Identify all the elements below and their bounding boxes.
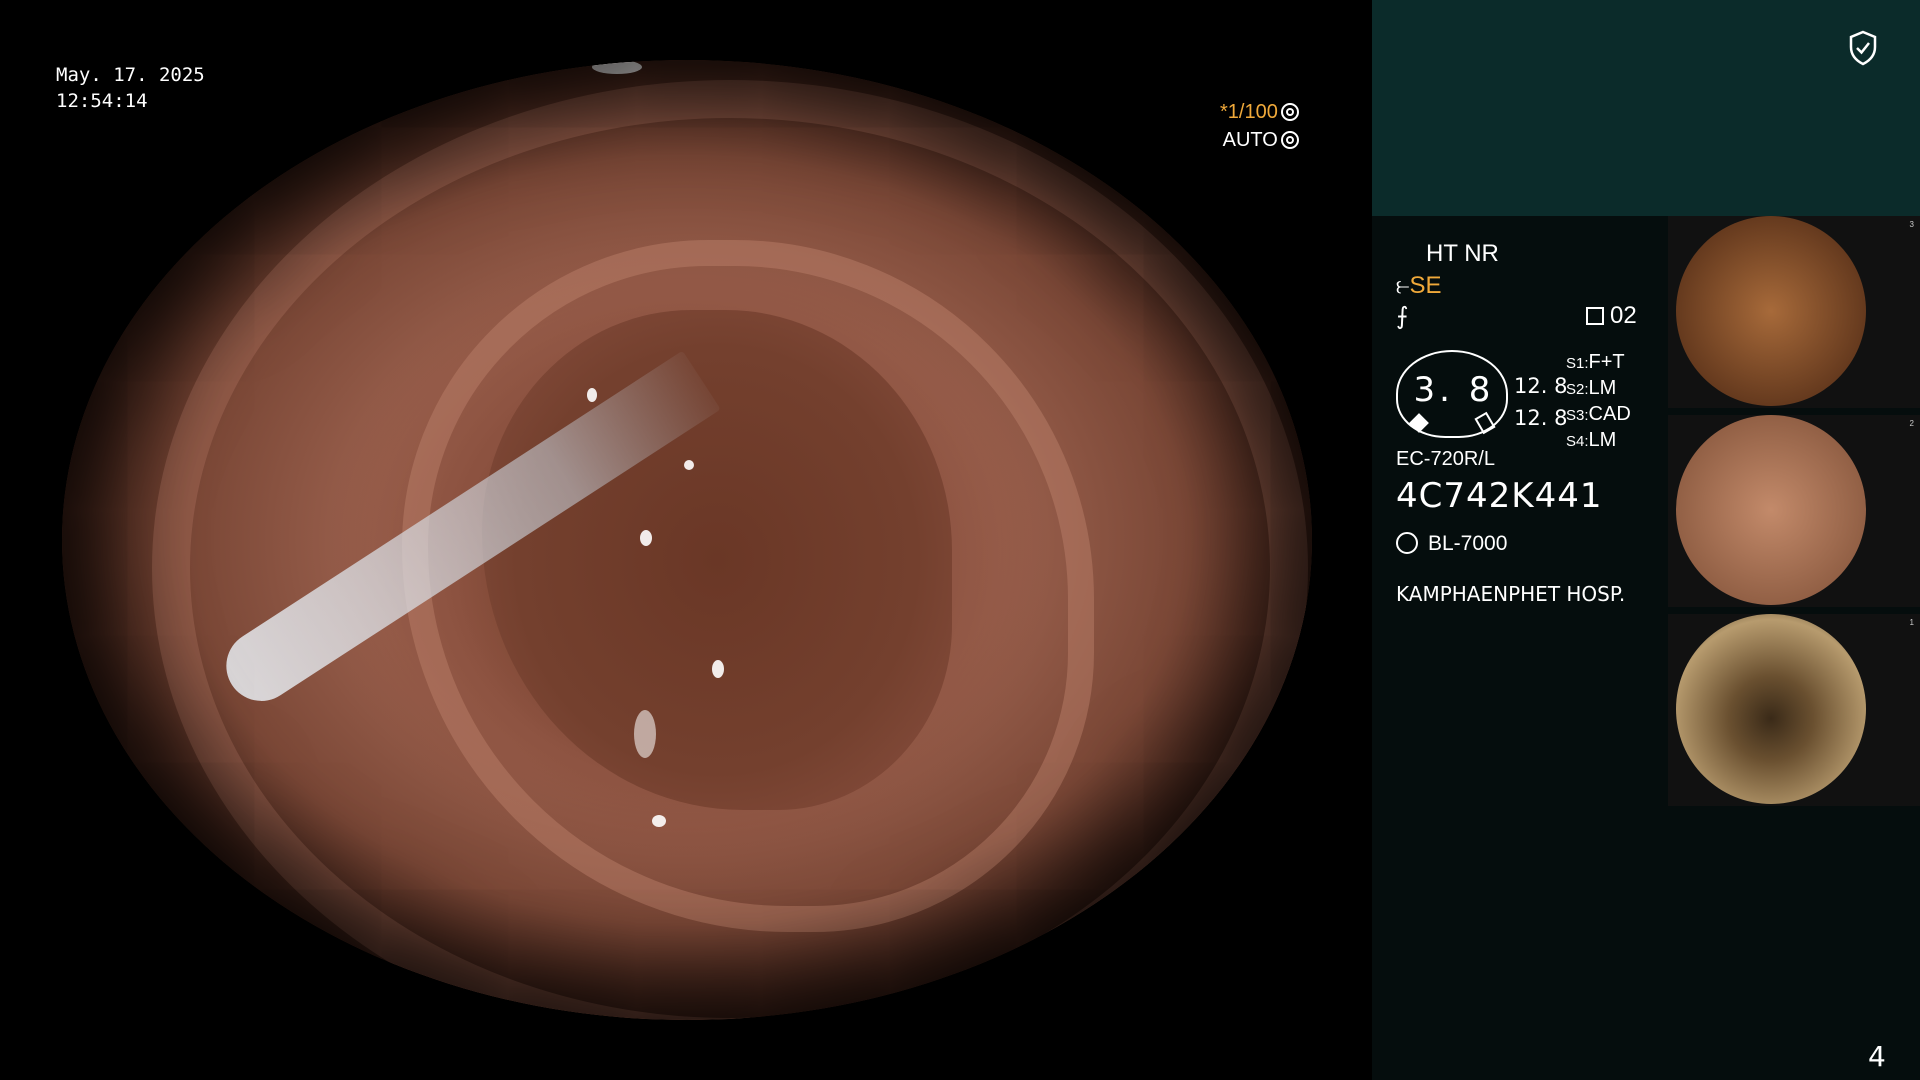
structure-icon: ⥼	[1396, 272, 1410, 299]
date-time-display: May. 17. 2025 12:54:14	[56, 62, 205, 114]
mode-structure-enhancement: ⥼SE	[1396, 272, 1442, 300]
channel-values: 12. 8 12. 8	[1514, 370, 1567, 434]
thumbnail-index: 2	[1909, 419, 1914, 428]
gauge-marker-icon	[1409, 413, 1429, 433]
light-source: BL-7000	[1396, 532, 1507, 556]
light-reflection	[362, 90, 402, 102]
exposure-mode: AUTO	[1222, 129, 1278, 151]
switch-slot: S2:LM	[1566, 377, 1617, 399]
memory-icon	[1586, 307, 1604, 325]
endoscope-video-view: May. 17. 2025 12:54:14 *1/100 AUTO	[0, 0, 1372, 1080]
thumbnail-image	[1676, 216, 1866, 406]
info-side-panel: HT NR ⥼SE ⨍ 02 3. 8 12. 8 12. 8 S1:F+T S…	[1372, 0, 1920, 1080]
switch-slot: S3:CAD	[1566, 403, 1631, 425]
image-counter-value: 02	[1610, 302, 1637, 329]
captured-thumbnails: 3 2 1	[1668, 216, 1920, 813]
switch-assignments: S1:F+T S2:LM S3:CAD S4:LM	[1566, 350, 1631, 454]
hospital-name: KAMPHAENPHET HOSP.	[1396, 582, 1626, 606]
shutter-icon	[1280, 103, 1299, 121]
switch-slot: S4:LM	[1566, 429, 1617, 451]
scope-vignette	[62, 60, 1312, 1020]
mode-se-value: SE	[1409, 272, 1442, 299]
scope-serial: 4C742K441	[1396, 476, 1603, 516]
exposure-settings: *1/100 AUTO	[1220, 98, 1299, 154]
image-counter: 02	[1586, 302, 1637, 330]
thumbnail-image	[1676, 415, 1866, 605]
channel-value-2: 12. 8	[1514, 406, 1568, 430]
thumbnail-index: 3	[1909, 220, 1914, 229]
thumbnail-3[interactable]: 1	[1668, 614, 1920, 806]
panel-header	[1372, 0, 1920, 216]
zoom-gauge: 3. 8	[1396, 350, 1508, 438]
page-number: 4	[1868, 1040, 1886, 1073]
endoscopic-image	[62, 60, 1312, 1020]
mode-ht-nr: HT NR	[1426, 240, 1499, 267]
thumbnail-image	[1676, 614, 1866, 804]
date-label: May. 17. 2025	[56, 64, 205, 86]
iris-icon	[1280, 131, 1299, 149]
thumbnail-1[interactable]: 3	[1668, 216, 1920, 408]
zoom-value: 3. 8	[1413, 370, 1495, 410]
color-mode-icon: ⨍	[1396, 303, 1409, 330]
time-label: 12:54:14	[56, 90, 148, 112]
scope-model: EC-720R/L	[1396, 448, 1495, 470]
shield-check-icon	[1849, 30, 1877, 66]
gauge-marker-icon	[1474, 411, 1496, 435]
channel-value-1: 12. 8	[1514, 374, 1568, 398]
shutter-speed: *1/100	[1220, 101, 1278, 123]
light-source-label: BL-7000	[1428, 532, 1508, 555]
thumbnail-index: 1	[1909, 618, 1914, 627]
thumbnail-2[interactable]: 2	[1668, 415, 1920, 607]
light-source-icon	[1396, 532, 1418, 554]
switch-slot: S1:F+T	[1566, 351, 1625, 373]
